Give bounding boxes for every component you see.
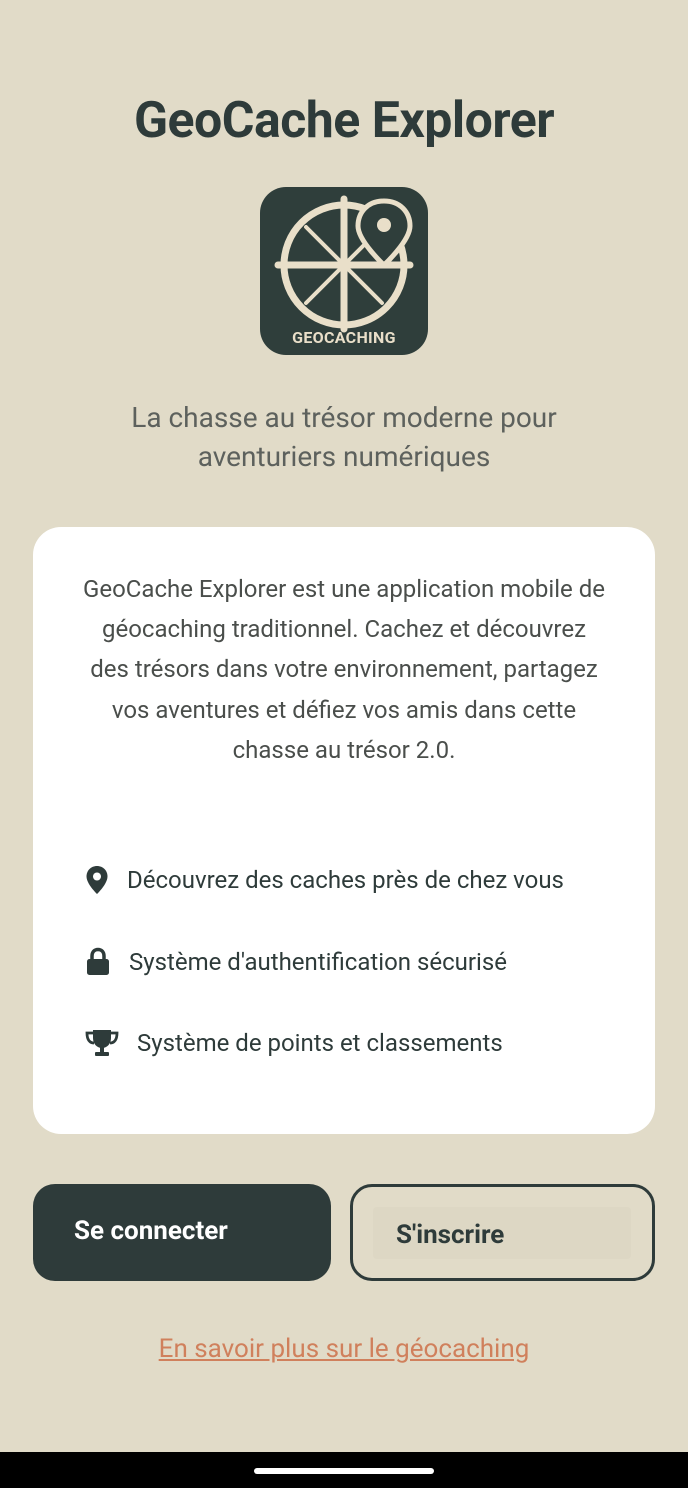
lock-icon (85, 947, 111, 977)
signup-button-label: S'inscrire (396, 1220, 505, 1250)
feature-item-caches: Découvrez des caches près de chez vous (85, 865, 564, 895)
home-indicator[interactable] (254, 1468, 434, 1474)
feature-label: Système d'authentification sécurisé (129, 948, 507, 976)
feature-item-auth: Système d'authentification sécurisé (85, 947, 507, 977)
trophy-icon (85, 1028, 119, 1058)
signup-button[interactable]: S'inscrire (350, 1184, 655, 1281)
app-description: GeoCache Explorer est une application mo… (83, 575, 605, 764)
map-pin-icon (85, 865, 109, 895)
app-logo: GEOCACHING (260, 187, 428, 355)
learn-more-link[interactable]: En savoir plus sur le géocaching (0, 1334, 688, 1364)
app-title: GeoCache Explorer (133, 92, 555, 150)
info-card: GeoCache Explorer est une application mo… (33, 527, 655, 1134)
login-button[interactable]: Se connecter (33, 1184, 331, 1281)
feature-item-points: Système de points et classements (85, 1028, 503, 1058)
tagline: La chasse au trésor moderne pour aventur… (131, 401, 557, 473)
logo-text: GEOCACHING (292, 328, 396, 347)
feature-label: Système de points et classements (137, 1029, 503, 1057)
feature-label: Découvrez des caches près de chez vous (127, 866, 564, 894)
navigation-bar (0, 1452, 688, 1488)
